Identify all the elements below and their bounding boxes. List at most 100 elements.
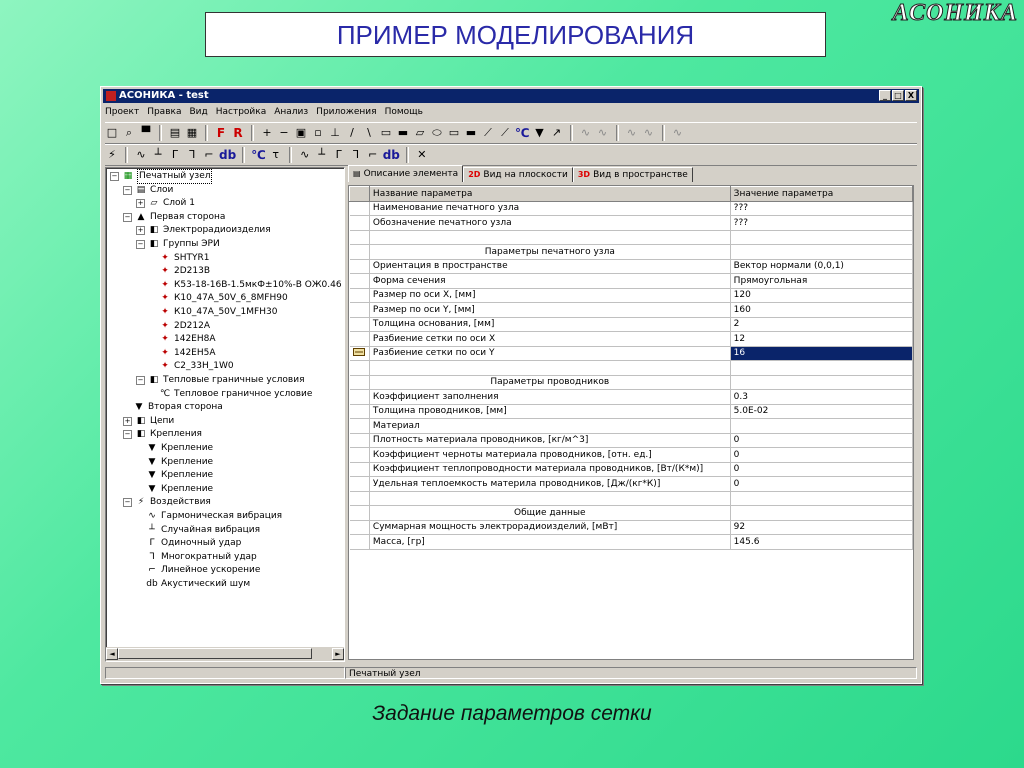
param-value[interactable]: 0	[730, 433, 913, 448]
toolbar-button[interactable]: ℃	[515, 126, 530, 140]
collapse-icon[interactable]: −	[136, 376, 145, 385]
toolbar-button[interactable]: ∿	[298, 148, 312, 162]
param-value[interactable]	[730, 418, 913, 434]
tree-node[interactable]: ℃ Тепловое граничное условие	[149, 388, 312, 401]
toolbar-button[interactable]: ⟋	[498, 126, 512, 140]
param-value[interactable]: 5.0E-02	[730, 404, 913, 419]
tree-node[interactable]: ┴ Случайная вибрация	[136, 524, 260, 537]
menu-help[interactable]: Помощь	[385, 105, 423, 119]
param-value[interactable]	[730, 375, 913, 390]
toolbar-button[interactable]: ┴	[315, 148, 329, 162]
tree-node[interactable]: ▼ Крепление	[136, 469, 214, 482]
tab-element-description[interactable]: ▤ Описание элемента	[348, 165, 464, 182]
table-row[interactable]: Толщина проводников, [мм] 5.0E-02	[349, 404, 913, 419]
param-value[interactable]: 0	[730, 462, 913, 477]
table-row[interactable]: Масса, [гр] 145.6	[349, 534, 913, 550]
toolbar-button[interactable]: ᒥ	[168, 148, 182, 162]
table-row[interactable]: Параметры печатного узла	[349, 244, 913, 260]
menu-applications[interactable]: Приложения	[316, 105, 376, 119]
tree-node[interactable]: ✦ 2D213B	[149, 265, 210, 278]
table-row[interactable]: Материал	[349, 418, 913, 434]
toolbar-button[interactable]: db	[383, 148, 400, 162]
toolbar-button[interactable]: ┴	[151, 148, 165, 162]
tree-node[interactable]: ▼ Вторая сторона	[123, 401, 223, 414]
tree-node[interactable]: ✦ К10_47А_50V_1MFH30	[149, 306, 277, 319]
menu-view[interactable]: Вид	[189, 105, 207, 119]
toolbar-button[interactable]: ∿	[579, 126, 593, 140]
toolbar-button[interactable]: R	[231, 126, 245, 140]
toolbar-button[interactable]: τ	[269, 148, 283, 162]
collapse-icon[interactable]: −	[123, 430, 132, 440]
table-row[interactable]	[349, 230, 913, 245]
table-row[interactable]: Коэффициент заполнения 0.3	[349, 389, 913, 405]
tree-node[interactable]: + ◧ Цепи	[123, 415, 174, 428]
tree-node[interactable]: ✦ 142EH5A	[149, 347, 215, 360]
tree-node[interactable]: ▼ Крепление	[136, 442, 214, 455]
table-row[interactable]: Параметры проводников	[349, 375, 913, 390]
toolbar-button[interactable]: ▦	[185, 126, 199, 140]
tree-node[interactable]: ▼ Крепление	[136, 483, 214, 496]
menu-edit[interactable]: Правка	[147, 105, 181, 119]
toolbar-button[interactable]: ▼	[533, 126, 547, 140]
param-value[interactable]: Вектор нормали (0,0,1)	[730, 259, 913, 274]
tab-space-view[interactable]: 3D Вид в пространстве	[572, 167, 693, 182]
param-value[interactable]	[730, 230, 913, 245]
close-button[interactable]: X	[905, 90, 917, 101]
toolbar-button[interactable]: ∿	[134, 148, 148, 162]
param-value[interactable]: 120	[730, 288, 913, 303]
table-row[interactable]	[349, 360, 913, 376]
collapse-icon[interactable]: −	[123, 185, 132, 195]
expand-icon[interactable]: +	[123, 416, 132, 426]
toolbar-button[interactable]: □	[105, 126, 119, 140]
param-value[interactable]: 0.3	[730, 389, 913, 405]
toolbar-button[interactable]: ∿	[642, 126, 656, 140]
toolbar-button[interactable]: \	[362, 126, 376, 140]
toolbar-button[interactable]: ⌐	[202, 148, 216, 162]
column-header-name[interactable]: Название параметра	[368, 186, 731, 202]
param-value[interactable]: 12	[730, 331, 913, 347]
scroll-right-icon[interactable]: ►	[332, 648, 344, 660]
table-row[interactable]	[349, 491, 913, 506]
toolbar-button[interactable]: ∿	[671, 126, 685, 140]
menu-analysis[interactable]: Анализ	[274, 105, 308, 119]
param-value[interactable]: 145.6	[730, 534, 913, 550]
table-row[interactable]: Разбиение сетки по оси X 12	[349, 331, 913, 347]
toolbar-button[interactable]: ⟋	[481, 126, 495, 140]
window-titlebar[interactable]: АСОНИКА - test _ □ X	[103, 89, 919, 103]
menu-settings[interactable]: Настройка	[216, 105, 267, 119]
toolbar-button[interactable]: ▬	[464, 126, 478, 140]
scroll-left-icon[interactable]: ◄	[106, 648, 118, 660]
tree-node[interactable]: ✦ C2_33H_1W0	[149, 360, 233, 373]
table-row[interactable]: Наименование печатного узла???	[349, 201, 913, 216]
collapse-icon[interactable]: −	[123, 498, 132, 508]
expand-icon[interactable]: +	[136, 226, 145, 236]
toolbar-button[interactable]: +	[260, 126, 274, 140]
table-row[interactable]: Общие данные	[349, 505, 913, 521]
table-row[interactable]: Размер по оси X, [мм] 120	[349, 288, 913, 303]
collapse-icon[interactable]: −	[110, 172, 119, 181]
toolbar-button[interactable]: ∿	[596, 126, 610, 140]
param-value[interactable]	[730, 505, 913, 521]
maximize-button[interactable]: □	[892, 90, 904, 101]
toolbar-button[interactable]: ⌐	[366, 148, 380, 162]
scroll-thumb[interactable]	[118, 648, 312, 659]
tree-node[interactable]: db Акустический шум	[136, 578, 250, 591]
table-row[interactable]: Коэффициент теплопроводности материала п…	[349, 462, 913, 477]
param-value[interactable]: 2	[730, 317, 913, 332]
tree-node[interactable]: ⌐ Линейное ускорение	[136, 564, 260, 577]
table-row[interactable]: Плотность материала проводников, [кг/м^3…	[349, 433, 913, 448]
param-value[interactable]: 0	[730, 476, 913, 492]
toolbar-button[interactable]: ▱	[413, 126, 427, 140]
toolbar-button[interactable]: ▭	[447, 126, 461, 140]
toolbar-button[interactable]: ∿	[625, 126, 639, 140]
toolbar-button[interactable]: ⊥	[328, 126, 342, 140]
toolbar-button[interactable]: ▤	[168, 126, 182, 140]
expand-icon[interactable]: +	[136, 199, 145, 209]
param-value[interactable]: 0	[730, 447, 913, 463]
toolbar-button[interactable]: ᒣ	[185, 148, 199, 162]
table-row[interactable]: Ориентация в пространстве Вектор нормали …	[349, 259, 913, 274]
toolbar-button[interactable]: F	[214, 126, 228, 140]
toolbar-button[interactable]: db	[219, 148, 236, 162]
toolbar-button[interactable]: ⬭	[430, 126, 444, 140]
table-row[interactable]: Удельная теплоемкость материла проводник…	[349, 476, 913, 492]
